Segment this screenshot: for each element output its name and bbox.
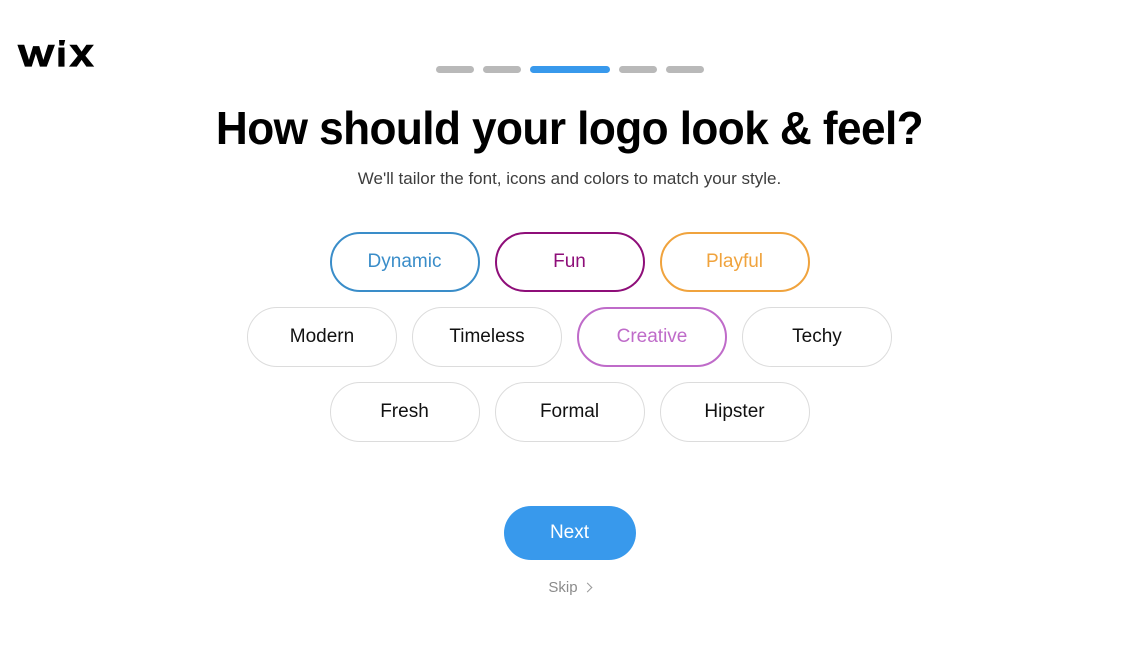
- style-option-modern[interactable]: Modern: [247, 307, 397, 367]
- progress-step-3: [529, 66, 610, 73]
- style-option-fun[interactable]: Fun: [494, 232, 645, 292]
- style-option-timeless[interactable]: Timeless: [412, 307, 562, 367]
- style-option-dynamic[interactable]: Dynamic: [329, 232, 480, 292]
- style-option-techy[interactable]: Techy: [742, 307, 892, 367]
- progress-step-2: [482, 66, 521, 73]
- style-option-playful[interactable]: Playful: [659, 232, 810, 292]
- progress-step-5: [665, 66, 704, 73]
- progress-indicator: [435, 66, 704, 73]
- style-option-creative[interactable]: Creative: [577, 307, 727, 367]
- footer-actions: Next Skip: [0, 506, 1139, 596]
- skip-link[interactable]: Skip: [548, 579, 593, 596]
- style-option-fresh[interactable]: Fresh: [329, 382, 480, 442]
- skip-label: Skip: [548, 579, 578, 596]
- style-options-row-3: Fresh Formal Hipster: [329, 382, 810, 442]
- chevron-right-icon: [582, 582, 593, 593]
- style-option-hipster[interactable]: Hipster: [659, 382, 810, 442]
- style-options-row-2: Modern Timeless Creative Techy: [247, 307, 892, 367]
- page-header: [0, 0, 1139, 100]
- page-subtitle: We'll tailor the font, icons and colors …: [357, 169, 782, 188]
- progress-step-4: [618, 66, 657, 73]
- progress-step-1: [435, 66, 474, 73]
- style-options-group: Dynamic Fun Playful Modern Timeless Crea…: [0, 232, 1139, 442]
- main-content: How should your logo look & feel? We'll …: [0, 100, 1139, 596]
- page-title: How should your logo look & feel?: [215, 102, 924, 154]
- next-button[interactable]: Next: [503, 506, 636, 560]
- wix-logo[interactable]: [16, 36, 98, 70]
- style-option-formal[interactable]: Formal: [494, 382, 645, 442]
- style-options-row-1: Dynamic Fun Playful: [329, 232, 810, 292]
